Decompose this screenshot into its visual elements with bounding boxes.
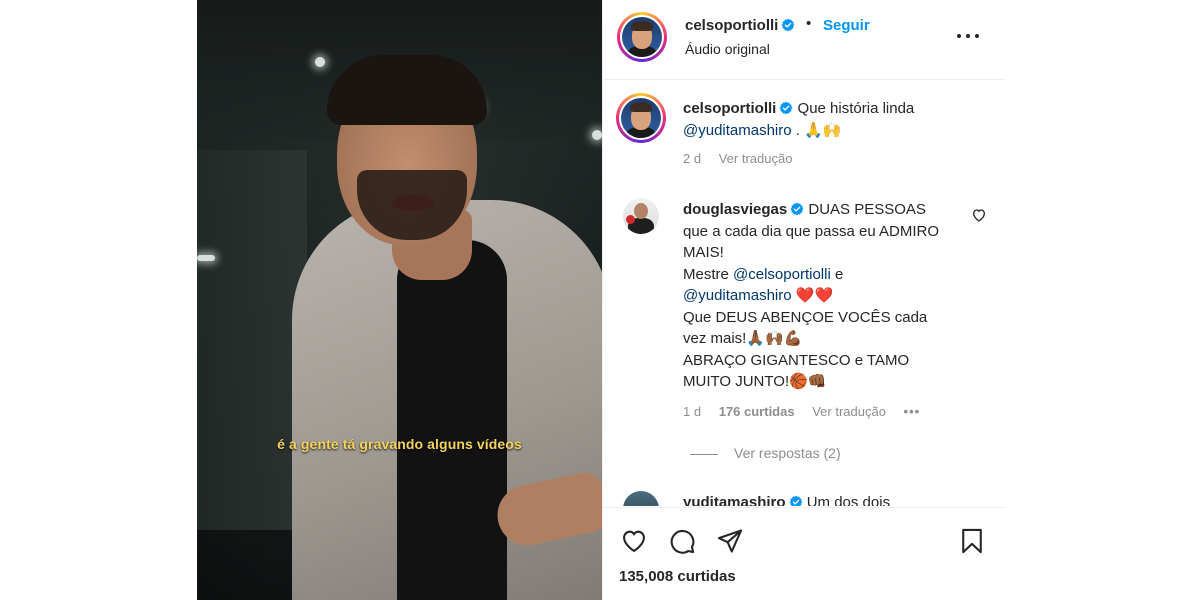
comment-likes[interactable]: 176 curtidas xyxy=(719,404,795,419)
video-subtitle: é a gente tá gravando alguns vídeos xyxy=(277,436,522,452)
post-actions-bar xyxy=(603,507,1006,600)
view-replies-button[interactable]: Ver respostas (2) xyxy=(690,445,841,461)
likes-count[interactable]: 135,008 curtidas xyxy=(619,568,736,585)
post-header: celsoportiolli • Seguir Áudio original xyxy=(603,0,1006,80)
bookmark-icon[interactable] xyxy=(958,527,986,555)
mention-link[interactable]: @celsoportiolli xyxy=(733,266,831,283)
translate-link[interactable]: Ver tradução xyxy=(719,151,793,166)
verified-badge-icon xyxy=(789,495,802,506)
follow-button[interactable]: Seguir xyxy=(823,17,870,34)
comment-options-icon[interactable]: ••• xyxy=(904,404,921,419)
comment-text: Que história linda xyxy=(797,100,915,117)
comment-text: ABRAÇO GIGANTESCO e TAMO MUITO JUNTO!🏀👊🏾 xyxy=(683,351,910,391)
audio-link[interactable]: Áudio original xyxy=(685,41,770,57)
like-comment-heart-icon[interactable] xyxy=(971,207,987,223)
separator-dot: • xyxy=(806,15,812,32)
commenter-avatar[interactable] xyxy=(623,491,659,506)
author-avatar[interactable] xyxy=(617,12,667,62)
comment-text: Um dos dois xyxy=(806,494,891,506)
post-side-panel: celsoportiolli • Seguir Áudio original c… xyxy=(602,0,1006,600)
commenter-avatar[interactable] xyxy=(616,93,666,143)
translate-link[interactable]: Ver tradução xyxy=(812,404,886,419)
send-icon[interactable] xyxy=(716,527,744,555)
mention-link[interactable]: @yuditamashiro xyxy=(683,287,792,304)
instagram-post-modal: é a gente tá gravando alguns vídeos cels… xyxy=(197,0,1006,600)
more-options-icon[interactable] xyxy=(955,26,981,46)
ceiling-light xyxy=(197,255,215,261)
comment-time[interactable]: 2 d xyxy=(683,151,701,166)
comment-icon[interactable] xyxy=(668,527,696,555)
comment-username[interactable]: yuditamashiro xyxy=(683,494,803,506)
comment-text: Que DEUS ABENÇOE VOCÊS cada vez mais!🙏🏾🙌… xyxy=(683,308,928,348)
replies-divider xyxy=(690,453,718,455)
hearts-emoji: ❤️❤️ xyxy=(795,287,834,304)
comment-text: Mestre xyxy=(683,265,729,283)
ceiling-light xyxy=(315,57,325,67)
commenter-avatar[interactable] xyxy=(623,198,659,234)
post-video[interactable]: é a gente tá gravando alguns vídeos xyxy=(197,0,602,600)
heart-icon[interactable] xyxy=(620,527,648,555)
comments-list[interactable]: celsoportiolli Que história linda @yudit… xyxy=(603,81,1006,506)
mention-link[interactable]: @yuditamashiro xyxy=(683,122,792,139)
comment-username[interactable]: douglasviegas xyxy=(683,201,804,218)
ceiling-light xyxy=(592,130,602,140)
author-username[interactable]: celsoportiolli xyxy=(685,17,795,34)
comment-time[interactable]: 1 d xyxy=(683,404,701,419)
verified-badge-icon xyxy=(790,202,804,216)
comment-text: e xyxy=(834,265,844,283)
comment-username[interactable]: celsoportiolli xyxy=(683,100,793,117)
comment-text: . 🙏🙌 xyxy=(795,121,842,139)
verified-badge-icon xyxy=(781,18,795,32)
verified-badge-icon xyxy=(779,101,793,115)
